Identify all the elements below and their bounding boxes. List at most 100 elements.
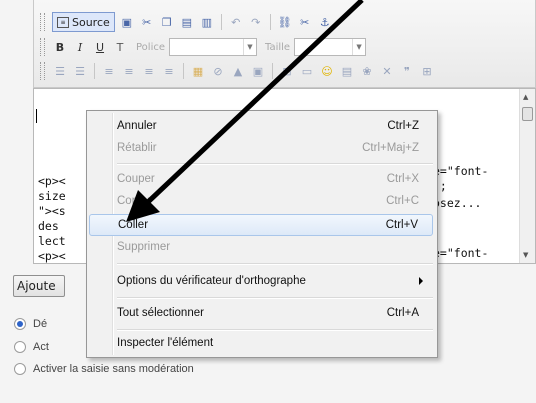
editor-toolbar: ≡ Source ▣ ✂ ❐ ▤ ▥ ↶ ↷ ⛓ ✂ ⚓ B I U T Pol… [33,0,536,88]
radio-option-3[interactable]: Activer la saisie sans modération [14,363,194,375]
toolbar-grip [40,13,45,31]
chevron-down-icon: ▼ [243,39,256,55]
menu-item-paste[interactable]: Coller Ctrl+V [89,214,433,236]
menu-item-label: Supprimer [117,241,171,253]
spellcheck-icon[interactable]: ❀ [359,63,375,79]
menu-item-inspect[interactable]: Inspecter l'élément [89,333,433,355]
scroll-down-icon[interactable]: ▼ [523,251,528,259]
context-menu: Annuler Ctrl+Z Rétablir Ctrl+Maj+Z Coupe… [86,110,438,358]
code-line: <p>< [38,249,66,263]
radio-option-1[interactable]: Dé [14,318,47,330]
separator [94,63,95,79]
paste-icon[interactable]: ▤ [179,14,195,30]
code-line: des [38,219,59,233]
anchor-icon[interactable]: ⚓ [317,14,333,30]
separator [220,14,222,30]
copy-icon[interactable]: ❐ [159,14,175,30]
undo-icon[interactable]: ↶ [228,14,244,30]
code-line: "><s [38,204,66,218]
save-icon[interactable]: ▣ [119,14,135,30]
menu-item-label: Options du vérificateur d'orthographe [117,275,306,287]
redo-icon[interactable]: ↷ [248,14,264,30]
menu-item-cut: Couper Ctrl+X [89,169,433,191]
align-left-icon[interactable]: ≡ [101,63,117,79]
menu-separator [117,263,433,265]
code-line: size [38,189,66,203]
menu-item-label: Inspecter l'élément [117,337,214,349]
numbered-list-icon[interactable]: ☰ [52,63,68,79]
menu-item-shortcut: Ctrl+V [385,219,418,231]
menu-item-shortcut: Ctrl+Z [387,120,419,132]
source-icon: ≡ [57,16,69,28]
gallery-icon[interactable]: ▣ [250,63,266,79]
iframe-icon[interactable]: ⊞ [419,63,435,79]
toolbar-grip [40,38,45,56]
menu-item-label: Tout sélectionner [117,307,204,319]
menu-item-undo[interactable]: Annuler Ctrl+Z [89,116,433,138]
radio-label: Act [33,341,49,353]
menu-separator [117,163,433,165]
menu-item-label: Rétablir [117,142,157,154]
separator [183,63,184,79]
font-combo[interactable]: ▼ [169,38,257,56]
page-break-icon[interactable]: ✕ [379,63,395,79]
underline-icon[interactable]: U [92,39,108,55]
bold-icon[interactable]: B [52,39,68,55]
table-icon[interactable]: ⊞ [279,63,295,79]
radio-selected-icon[interactable] [14,318,26,330]
code-line-right: osez... [433,196,482,210]
toolbar-grip [40,62,45,80]
radio-label: Activer la saisie sans modération [33,363,194,375]
separator [269,14,271,30]
scroll-thumb[interactable] [522,107,533,121]
radio-icon[interactable] [14,341,26,353]
menu-item-shortcut: Ctrl+X [386,173,419,185]
chevron-down-icon: ▼ [352,39,365,55]
smiley-icon[interactable]: ☺ [319,63,335,79]
toolbar-row-1: ≡ Source ▣ ✂ ❐ ▤ ▥ ↶ ↷ ⛓ ✂ ⚓ [40,11,333,33]
menu-separator [117,329,433,331]
code-line-right: e="font- [433,164,489,178]
submenu-arrow-icon [419,277,423,285]
bulleted-list-icon[interactable]: ☰ [72,63,88,79]
menu-item-label: Coller [118,219,149,231]
align-center-icon[interactable]: ≡ [121,63,137,79]
separator [272,63,273,79]
menu-item-copy: Copier Ctrl+C [89,191,433,213]
size-combo[interactable]: ▼ [294,38,367,56]
font-label: Police [136,41,165,53]
justify-icon[interactable]: ≡ [161,63,177,79]
code-line: lect [38,234,66,248]
source-label: Source [72,15,110,29]
horizontal-rule-icon[interactable]: ▭ [299,63,315,79]
media-icon[interactable]: ▲ [230,63,246,79]
menu-item-shortcut: Ctrl+Maj+Z [362,142,419,154]
special-char-icon[interactable]: ▤ [339,63,355,79]
source-button[interactable]: ≡ Source [52,12,115,32]
paste-word-icon[interactable]: ▥ [199,14,215,30]
flash-icon[interactable]: ⊘ [210,63,226,79]
italic-icon[interactable]: I [72,39,88,55]
unlink-icon[interactable]: ✂ [297,14,313,30]
menu-item-delete: Supprimer [89,237,433,259]
menu-item-label: Annuler [117,120,157,132]
add-button[interactable]: Ajoute [13,275,65,297]
link-icon[interactable]: ⛓ [277,14,293,30]
blockquote-icon[interactable]: ❞ [399,63,415,79]
menu-item-select-all[interactable]: Tout sélectionner Ctrl+A [89,303,433,325]
radio-icon[interactable] [14,363,26,375]
text-style-icon[interactable]: T [112,39,128,55]
menu-item-spellcheck-options[interactable]: Options du vérificateur d'orthographe [89,271,433,293]
vertical-scrollbar[interactable]: ▲ ▼ [519,89,535,263]
menu-item-label: Copier [117,195,151,207]
size-label: Taille [265,41,291,53]
radio-option-2[interactable]: Act [14,341,49,353]
menu-item-shortcut: Ctrl+A [386,307,419,319]
radio-label: Dé [33,318,48,330]
align-right-icon[interactable]: ≡ [141,63,157,79]
text-caret [36,109,37,123]
scroll-up-icon[interactable]: ▲ [523,93,528,101]
image-icon[interactable]: ▦ [190,63,206,79]
cut-icon[interactable]: ✂ [139,14,155,30]
menu-separator [117,297,433,299]
